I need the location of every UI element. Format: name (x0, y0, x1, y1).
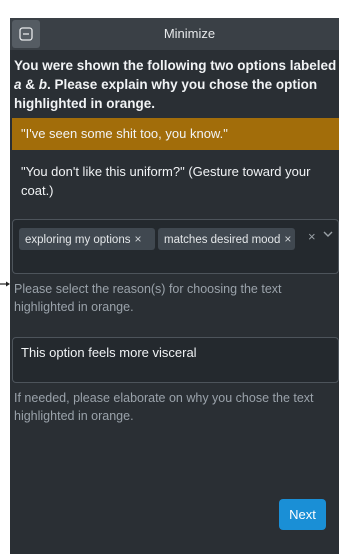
survey-panel: Minimize You were shown the following tw… (10, 18, 339, 554)
reason-chip: exploring my options × (19, 228, 155, 250)
reasons-hint: Please select the reason(s) for choosing… (14, 282, 282, 314)
pointer-arrow-icon (0, 281, 10, 287)
remove-chip-icon[interactable]: × (134, 232, 141, 246)
remove-chip-icon[interactable]: × (284, 232, 291, 246)
panel-header: Minimize (10, 18, 339, 50)
minimize-button[interactable] (12, 20, 40, 48)
clear-selection-icon[interactable]: × (308, 229, 316, 244)
chevron-down-icon[interactable] (323, 231, 333, 237)
question-text: You were shown the following two options… (14, 56, 338, 113)
question-line-1: You were shown the following two options… (14, 58, 337, 111)
minimize-icon (19, 27, 33, 41)
next-button[interactable]: Next (279, 499, 326, 530)
minimize-label[interactable]: Minimize (40, 18, 339, 50)
reason-chip: matches desired mood × (158, 228, 295, 250)
reasons-multiselect[interactable]: exploring my options × matches desired mo… (12, 219, 339, 274)
option-b: "You don't like this uniform?" (Gesture … (21, 164, 311, 198)
elaboration-hint: If needed, please elaborate on why you c… (14, 391, 314, 423)
reason-chip-label: matches desired mood (164, 234, 281, 246)
elaboration-textarea[interactable]: This option feels more visceral (12, 337, 339, 383)
reason-chip-label: exploring my options (25, 234, 131, 246)
option-a-highlighted: "I've seen some shit too, you know." (12, 118, 339, 150)
